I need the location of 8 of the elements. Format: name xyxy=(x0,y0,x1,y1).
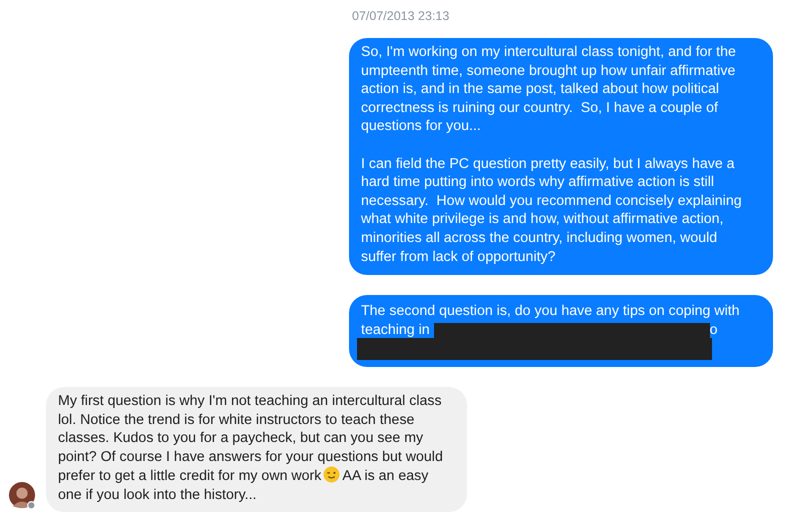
message-text: teaching in xyxy=(361,320,430,340)
winking-face-icon xyxy=(323,466,340,484)
text-fragment: o xyxy=(710,320,718,340)
message-text: My first question is why I'm not teaching an intercultural class lol. Notice the trend is for white instructors to teach these classes. Kudos to you for a paycheck, but can you see my point? Of course I have answers for your questions but would prefer to get a little credit for my own work AA is an easy one if you look into the history... xyxy=(58,392,443,503)
message-text: So, I'm working on my intercultural class tonight, and for the umpteenth time, someone brought up how unfair affirmative action is, and in the same post, talked about how political correctness is ruining our country. So, I have a couple of questions for you... xyxy=(361,43,737,136)
message-text: The second question is, do you have any tips on coping with xyxy=(361,302,740,321)
timestamp: 07/07/2013 23:13 xyxy=(351,8,450,25)
message-text: I can field the PC question pretty easily, but I always have a hard time putting into words why affirmative action is still necessary. How would you recommend concisely explaining what white privilege is and how, without affirmative action, minorities all across the country, including women, would suffer from lack of opportunity? xyxy=(361,154,743,266)
